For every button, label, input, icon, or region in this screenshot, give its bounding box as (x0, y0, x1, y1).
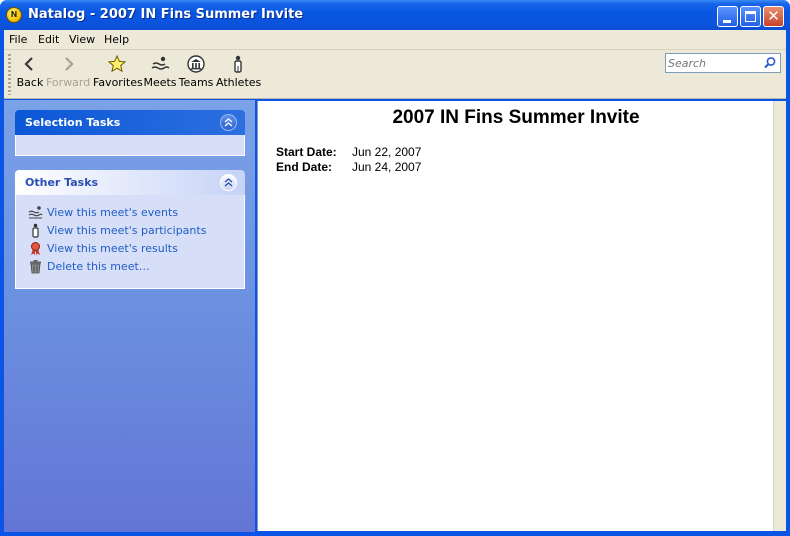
selection-tasks-body (15, 135, 245, 156)
back-button[interactable]: Back (15, 54, 45, 94)
task-delete-meet-label: Delete this meet… (47, 260, 150, 273)
minimize-button[interactable] (717, 6, 738, 27)
teams-button[interactable]: Teams (178, 54, 214, 94)
end-date-row: End Date: Jun 24, 2007 (276, 160, 421, 174)
task-view-results[interactable]: View this meet's results (16, 240, 244, 258)
events-icon (28, 206, 43, 219)
meets-label: Meets (143, 76, 177, 89)
menu-bar: File Edit View Help (4, 30, 786, 50)
star-icon (107, 54, 127, 73)
other-tasks-title: Other Tasks (25, 176, 99, 189)
selection-tasks-collapse-button[interactable] (220, 114, 237, 131)
menu-view[interactable]: View (69, 33, 95, 46)
minimize-icon (723, 20, 731, 23)
menu-file[interactable]: File (9, 33, 27, 46)
start-date-label: Start Date: (276, 145, 337, 159)
selection-tasks-header[interactable]: Selection Tasks (15, 110, 245, 135)
ribbon-icon (31, 242, 40, 256)
back-label: Back (16, 76, 44, 89)
application-window: N Natalog - 2007 IN Fins Summer Invite ✕… (0, 0, 790, 536)
meets-icon (151, 56, 170, 70)
athlete-icon (234, 55, 242, 73)
favorites-button[interactable]: Favorites (93, 54, 143, 94)
selection-tasks-panel: Selection Tasks (15, 110, 245, 156)
selection-tasks-title: Selection Tasks (25, 116, 121, 129)
title-bar[interactable]: N Natalog - 2007 IN Fins Summer Invite ✕ (0, 0, 790, 30)
back-arrow-icon (24, 57, 33, 71)
search-input[interactable] (668, 56, 760, 70)
task-pane: Selection Tasks Other Tasks View this me… (4, 100, 255, 532)
forward-arrow-icon (65, 57, 74, 71)
double-chevron-up-icon (224, 118, 233, 127)
task-view-results-label: View this meet's results (47, 242, 178, 255)
task-view-participants-label: View this meet's participants (47, 224, 207, 237)
trash-icon (30, 260, 41, 274)
task-view-participants[interactable]: View this meet's participants (16, 222, 244, 240)
search-icon[interactable] (763, 56, 777, 70)
close-icon: ✕ (767, 7, 780, 25)
task-view-events-label: View this meet's events (47, 206, 179, 219)
close-button[interactable]: ✕ (763, 6, 784, 27)
window-title: Natalog - 2007 IN Fins Summer Invite (28, 7, 304, 22)
meets-button[interactable]: Meets (143, 54, 177, 94)
menu-help[interactable]: Help (104, 33, 129, 46)
natalog-app-icon[interactable]: N (6, 7, 22, 23)
athletes-button[interactable]: Athletes (216, 54, 262, 94)
toolbar-grip[interactable] (8, 54, 11, 95)
teams-label: Teams (178, 76, 214, 89)
other-tasks-body: View this meet's events View this meet's… (15, 195, 245, 289)
meet-detail-view: 2007 IN Fins Summer Invite Start Date: Ju… (257, 101, 773, 531)
right-edge-strip (773, 101, 786, 531)
athletes-label: Athletes (216, 76, 262, 89)
end-date-label: End Date: (276, 160, 333, 174)
task-delete-meet[interactable]: Delete this meet… (16, 258, 244, 276)
maximize-button[interactable] (740, 6, 761, 27)
end-date-value: Jun 24, 2007 (352, 160, 422, 174)
forward-button[interactable]: Forward (46, 54, 90, 94)
other-tasks-collapse-button[interactable] (220, 174, 237, 191)
start-date-value: Jun 22, 2007 (352, 145, 422, 159)
favorites-label: Favorites (93, 76, 143, 89)
teams-icon (187, 55, 205, 73)
menu-edit[interactable]: Edit (38, 33, 59, 46)
meet-title: 2007 IN Fins Summer Invite (392, 107, 640, 128)
toolbar: Back Forward Favorites Meets Teams Athle… (4, 50, 786, 99)
search-box[interactable] (665, 53, 781, 73)
forward-label: Forward (46, 76, 91, 89)
participants-icon (32, 223, 39, 238)
task-view-events[interactable]: View this meet's events (16, 204, 244, 222)
double-chevron-up-icon (224, 178, 233, 187)
maximize-icon (745, 11, 756, 22)
start-date-row: Start Date: Jun 22, 2007 (276, 145, 421, 159)
other-tasks-header[interactable]: Other Tasks (15, 170, 245, 195)
other-tasks-panel: Other Tasks View this meet's events View… (15, 170, 245, 289)
